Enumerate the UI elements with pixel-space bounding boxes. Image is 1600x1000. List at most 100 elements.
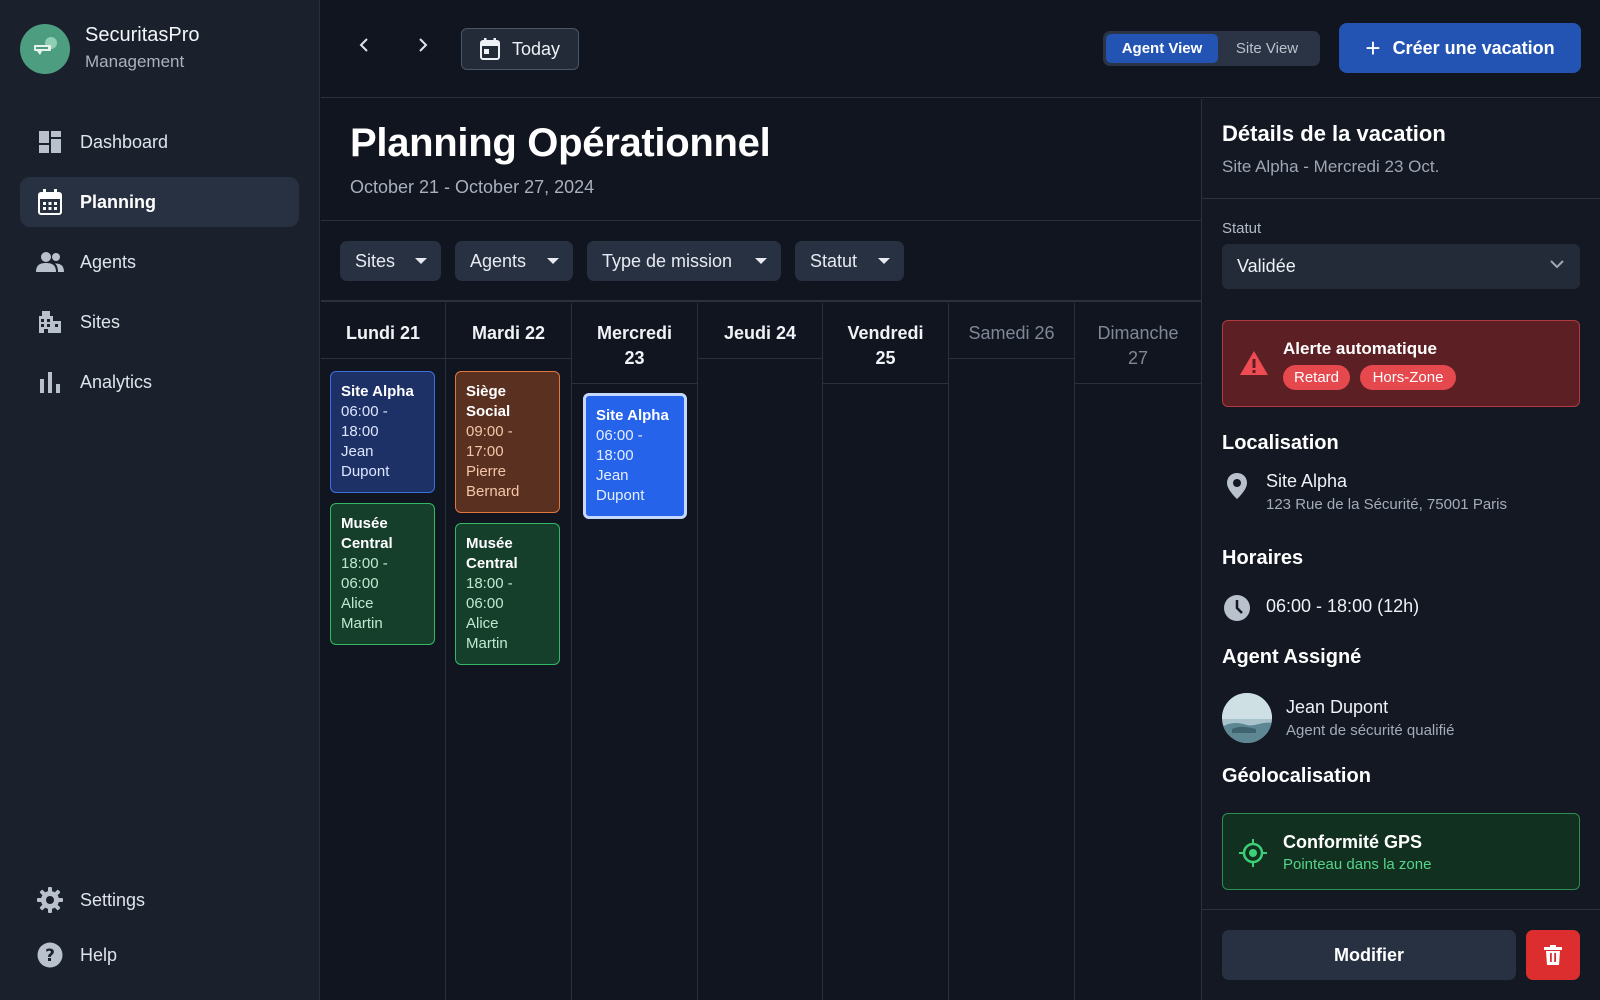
sidebar-item-label: Agents: [80, 251, 137, 272]
details-title: Détails de la vacation: [1222, 121, 1446, 146]
filter-bar: Sites Agents Type de mission Statut: [321, 222, 1201, 302]
alert-title: Alerte automatique: [1283, 339, 1437, 358]
top-bar: Today Agent View Site View + Créer une v…: [321, 0, 1600, 98]
create-shift-label: Créer une vacation: [1392, 37, 1555, 58]
day-column-tuesday[interactable]: Mardi 22 Siège Social 09:00 - 17:00 Pier…: [446, 303, 572, 1000]
shift-line: Bernard: [466, 483, 520, 500]
day-column-thursday[interactable]: Jeudi 24: [698, 303, 823, 1000]
agent-view-toggle[interactable]: Agent View: [1106, 34, 1218, 63]
sidebar-item-analytics[interactable]: Analytics: [20, 357, 299, 407]
day-column-friday[interactable]: Vendredi 25: [823, 303, 949, 1000]
hours-value: 06:00 - 18:00 (12h): [1266, 596, 1420, 616]
shift-site: Siège Social: [466, 383, 511, 420]
chevron-left-icon: [359, 38, 368, 52]
shift-line: 18:00 -: [466, 575, 513, 592]
week-calendar: Lundi 21 Site Alpha 06:00 - 18:00 Jean D…: [321, 303, 1201, 1000]
day-header: Mardi 22: [446, 303, 571, 359]
sidebar-item-agents[interactable]: Agents: [20, 237, 299, 287]
filter-sites[interactable]: Sites: [340, 241, 441, 281]
day-column-sunday[interactable]: Dimanche 27: [1075, 303, 1201, 1000]
site-view-toggle[interactable]: Site View: [1218, 34, 1316, 63]
status-value: Validée: [1237, 256, 1296, 276]
page-header: Planning Opérationnel October 21 - Octob…: [321, 99, 1201, 221]
filter-label: Sites: [355, 250, 396, 271]
sidebar-item-planning[interactable]: Planning: [20, 177, 299, 227]
shift-details-panel: Détails de la vacation Site Alpha - Merc…: [1201, 99, 1600, 1000]
filter-label: Type de mission: [602, 250, 733, 271]
agent-name: Jean Dupont: [1286, 697, 1389, 717]
filter-agents[interactable]: Agents: [455, 241, 573, 281]
shift-card[interactable]: Musée Central 18:00 - 06:00 Alice Martin: [330, 503, 435, 645]
chevron-right-icon: [419, 38, 428, 52]
prev-week-button[interactable]: [349, 30, 379, 60]
location-address: 123 Rue de la Sécurité, 75001 Paris: [1266, 496, 1507, 513]
shift-line: Martin: [466, 635, 508, 652]
day-column-wednesday[interactable]: Mercredi 23 Site Alpha 06:00 - 18:00 Jea…: [572, 303, 698, 1000]
shift-line: 06:00 -: [341, 403, 388, 420]
shift-card[interactable]: Siège Social 09:00 - 17:00 Pierre Bernar…: [455, 371, 560, 513]
shift-site: Musée Central: [466, 535, 518, 572]
day-header: Samedi 26: [949, 303, 1074, 359]
day-label: Vendredi: [847, 323, 924, 343]
sidebar-item-help[interactable]: ? Help: [20, 930, 299, 980]
day-number: 23: [624, 348, 645, 368]
main-nav: Dashboard Planning Agents Sites Analytic…: [20, 117, 299, 417]
shift-site: Site Alpha: [596, 407, 669, 424]
shift-card-selected[interactable]: Site Alpha 06:00 - 18:00 Jean Dupont: [583, 393, 687, 519]
status-select[interactable]: Validée: [1222, 244, 1580, 289]
gps-detail: Pointeau dans la zone: [1283, 856, 1432, 873]
sidebar-item-label: Sites: [80, 311, 121, 332]
shift-site: Site Alpha: [341, 383, 414, 400]
day-column-saturday[interactable]: Samedi 26: [949, 303, 1075, 1000]
day-header: Jeudi 24: [698, 303, 822, 359]
view-toggle: Agent View Site View: [1103, 31, 1320, 66]
today-label: Today: [511, 38, 561, 59]
sidebar-item-label: Help: [80, 944, 118, 965]
day-number: 25: [875, 348, 896, 368]
sidebar-item-settings[interactable]: Settings: [20, 875, 299, 925]
shift-line: 06:00: [466, 595, 504, 612]
filter-label: Statut: [810, 250, 858, 271]
delete-button[interactable]: [1526, 930, 1580, 980]
day-number: 27: [1127, 348, 1148, 368]
shift-line: Jean: [341, 443, 374, 460]
hours-title: Horaires: [1222, 547, 1304, 569]
brand-subtitle: Management: [85, 52, 185, 71]
shift-line: Dupont: [596, 487, 645, 504]
sidebar-item-sites[interactable]: Sites: [20, 297, 299, 347]
day-column-monday[interactable]: Lundi 21 Site Alpha 06:00 - 18:00 Jean D…: [321, 303, 446, 1000]
sidebar-item-dashboard[interactable]: Dashboard: [20, 117, 299, 167]
sidebar-item-label: Analytics: [80, 371, 153, 392]
location-row: Site Alpha 123 Rue de la Sécurité, 75001…: [1222, 471, 1507, 513]
create-shift-button[interactable]: + Créer une vacation: [1339, 23, 1581, 73]
agent-row[interactable]: Jean Dupont Agent de sécurité qualifié: [1222, 693, 1454, 743]
shift-line: 17:00: [466, 443, 504, 460]
brand[interactable]: SecuritasPro Management: [20, 23, 200, 74]
sidebar: SecuritasPro Management Dashboard Planni…: [0, 0, 320, 1000]
gear-icon: [36, 886, 64, 914]
shift-line: Alice: [341, 595, 374, 612]
day-label: Mardi 22: [471, 323, 546, 343]
caret-down-icon: [547, 258, 559, 264]
hours-row: 06:00 - 18:00 (12h): [1222, 593, 1419, 623]
date-range: October 21 - October 27, 2024: [350, 177, 595, 197]
day-label: Lundi 21: [345, 323, 420, 343]
shift-card[interactable]: Site Alpha 06:00 - 18:00 Jean Dupont: [330, 371, 435, 493]
sidebar-bottom: Settings ? Help: [20, 875, 299, 985]
filter-label: Agents: [470, 250, 527, 271]
shift-site: Musée Central: [341, 515, 393, 552]
filter-status[interactable]: Statut: [795, 241, 904, 281]
sidebar-item-label: Planning: [80, 191, 156, 212]
auto-alert: Alerte automatique Retard Hors-Zone: [1222, 320, 1580, 407]
status-label: Statut: [1222, 220, 1262, 237]
today-button[interactable]: Today: [461, 28, 579, 70]
shift-card[interactable]: Musée Central 18:00 - 06:00 Alice Martin: [455, 523, 560, 665]
modify-button[interactable]: Modifier: [1222, 930, 1516, 980]
filter-mission-type[interactable]: Type de mission: [587, 241, 781, 281]
shift-line: 06:00 -: [596, 427, 643, 444]
location-name: Site Alpha: [1266, 471, 1348, 491]
gps-compliance: Conformité GPS Pointeau dans la zone: [1222, 813, 1580, 890]
trash-icon: [1544, 945, 1562, 965]
geolocation-title: Géolocalisation: [1222, 765, 1371, 787]
next-week-button[interactable]: [408, 30, 438, 60]
